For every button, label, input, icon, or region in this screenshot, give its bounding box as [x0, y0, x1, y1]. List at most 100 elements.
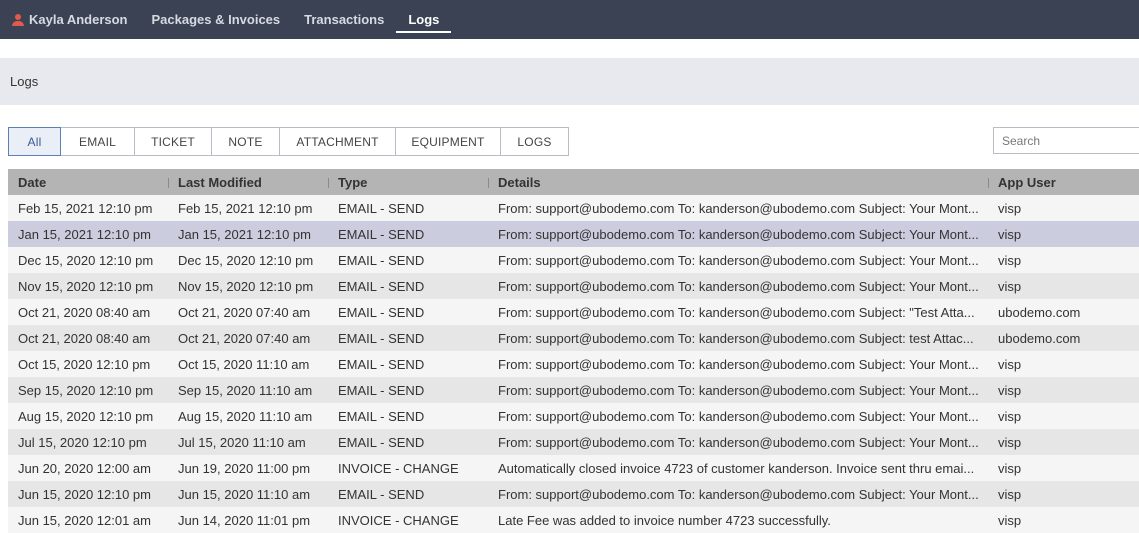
- cell-details: From: support@ubodemo.com To: kanderson@…: [498, 226, 979, 242]
- cell-type: INVOICE - CHANGE: [338, 512, 459, 528]
- cell-app-user: visp: [998, 226, 1022, 242]
- cell-last-modified: Nov 15, 2020 12:10 pm: [178, 278, 314, 294]
- nav-item-logs[interactable]: Logs: [396, 0, 452, 39]
- cell-details: From: support@ubodemo.com To: kanderson@…: [498, 356, 979, 372]
- cell-app-user: visp: [998, 278, 1022, 294]
- cell-last-modified: Jan 15, 2021 12:10 pm: [178, 226, 311, 242]
- cell-details: From: support@ubodemo.com To: kanderson@…: [498, 382, 979, 398]
- cell-app-user: visp: [998, 512, 1022, 528]
- table-row[interactable]: Aug 15, 2020 12:10 pm Aug 15, 2020 11:10 …: [8, 403, 1139, 429]
- table-row[interactable]: Jun 20, 2020 12:00 am Jun 19, 2020 11:00 …: [8, 455, 1139, 481]
- column-header-label: Details: [498, 174, 541, 190]
- column-header-type[interactable]: Type: [328, 169, 488, 195]
- cell-last-modified: Jun 15, 2020 11:10 am: [178, 486, 311, 502]
- cell-type: EMAIL - SEND: [338, 434, 425, 450]
- nav-item-transactions[interactable]: Transactions: [292, 0, 396, 39]
- column-header-label: Last Modified: [178, 174, 262, 190]
- cell-details: From: support@ubodemo.com To: kanderson@…: [498, 434, 979, 450]
- cell-type: EMAIL - SEND: [338, 356, 425, 372]
- table-row[interactable]: Oct 15, 2020 12:10 pm Oct 15, 2020 11:10 …: [8, 351, 1139, 377]
- search-input[interactable]: [993, 127, 1139, 154]
- cell-app-user: ubodemo.com: [998, 304, 1081, 320]
- cell-app-user: visp: [998, 460, 1022, 476]
- cell-type: EMAIL - SEND: [338, 382, 425, 398]
- column-header-app-user[interactable]: App User: [988, 169, 1139, 195]
- table-row[interactable]: Feb 15, 2021 12:10 pm Feb 15, 2021 12:10 …: [8, 195, 1139, 221]
- table-row[interactable]: Jun 15, 2020 12:10 pm Jun 15, 2020 11:10 …: [8, 481, 1139, 507]
- cell-last-modified: Oct 21, 2020 07:40 am: [178, 330, 311, 346]
- cell-details: From: support@ubodemo.com To: kanderson@…: [498, 252, 979, 268]
- cell-type: EMAIL - SEND: [338, 252, 425, 268]
- table-row[interactable]: Jan 15, 2021 12:10 pm Jan 15, 2021 12:10 …: [8, 221, 1139, 247]
- cell-date: Dec 15, 2020 12:10 pm: [18, 252, 154, 268]
- cell-details: From: support@ubodemo.com To: kanderson@…: [498, 486, 979, 502]
- cell-details: From: support@ubodemo.com To: kanderson@…: [498, 200, 979, 216]
- table-row[interactable]: Oct 21, 2020 08:40 am Oct 21, 2020 07:40 …: [8, 299, 1139, 325]
- cell-last-modified: Dec 15, 2020 12:10 pm: [178, 252, 314, 268]
- cell-app-user: visp: [998, 408, 1022, 424]
- nav-item-label: Transactions: [304, 12, 385, 27]
- nav-item-label: Logs: [408, 12, 440, 27]
- cell-date: Oct 21, 2020 08:40 am: [18, 330, 151, 346]
- cell-last-modified: Oct 15, 2020 11:10 am: [178, 356, 310, 372]
- column-header-details[interactable]: Details: [488, 169, 988, 195]
- cell-last-modified: Jul 15, 2020 11:10 am: [178, 434, 306, 450]
- cell-details: From: support@ubodemo.com To: kanderson@…: [498, 330, 974, 346]
- section-title: Logs: [10, 74, 39, 89]
- filter-ticket-button[interactable]: TICKET: [135, 127, 212, 156]
- filter-note-button[interactable]: NOTE: [212, 127, 280, 156]
- column-header-label: Date: [18, 174, 47, 190]
- cell-date: Jun 20, 2020 12:00 am: [18, 460, 151, 476]
- table-row[interactable]: Sep 15, 2020 12:10 pm Sep 15, 2020 11:10 …: [8, 377, 1139, 403]
- cell-date: Oct 15, 2020 12:10 pm: [18, 356, 151, 372]
- column-header-date[interactable]: Date: [8, 169, 168, 195]
- table-row[interactable]: Oct 21, 2020 08:40 am Oct 21, 2020 07:40 …: [8, 325, 1139, 351]
- cell-date: Jun 15, 2020 12:01 am: [18, 512, 151, 528]
- column-separator: [168, 178, 169, 188]
- cell-app-user: visp: [998, 200, 1022, 216]
- cell-type: EMAIL - SEND: [338, 200, 425, 216]
- cell-date: Jul 15, 2020 12:10 pm: [18, 434, 147, 450]
- nav-item-packages-invoices[interactable]: Packages & Invoices: [140, 0, 293, 39]
- cell-type: EMAIL - SEND: [338, 408, 425, 424]
- table-row[interactable]: Jul 15, 2020 12:10 pm Jul 15, 2020 11:10 …: [8, 429, 1139, 455]
- cell-date: Feb 15, 2021 12:10 pm: [18, 200, 153, 216]
- cell-app-user: visp: [998, 486, 1022, 502]
- cell-last-modified: Aug 15, 2020 11:10 am: [178, 408, 313, 424]
- table-row[interactable]: Jun 15, 2020 12:01 am Jun 14, 2020 11:01 …: [8, 507, 1139, 533]
- cell-details: Late Fee was added to invoice number 472…: [498, 512, 831, 528]
- cell-last-modified: Feb 15, 2021 12:10 pm: [178, 200, 313, 216]
- log-type-filters: All EMAIL TICKET NOTE ATTACHMENT EQUIPME…: [8, 127, 569, 156]
- nav-item-label: Packages & Invoices: [151, 12, 281, 27]
- cell-last-modified: Jun 19, 2020 11:00 pm: [178, 460, 311, 476]
- cell-last-modified: Sep 15, 2020 11:10 am: [178, 382, 313, 398]
- filter-attachment-button[interactable]: ATTACHMENT: [280, 127, 396, 156]
- cell-app-user: ubodemo.com: [998, 330, 1081, 346]
- table-row[interactable]: Dec 15, 2020 12:10 pm Dec 15, 2020 12:10 …: [8, 247, 1139, 273]
- column-separator: [988, 178, 989, 188]
- cell-type: EMAIL - SEND: [338, 486, 425, 502]
- cell-details: From: support@ubodemo.com To: kanderson@…: [498, 408, 979, 424]
- cell-date: Oct 21, 2020 08:40 am: [18, 304, 151, 320]
- cell-app-user: visp: [998, 382, 1022, 398]
- cell-type: EMAIL - SEND: [338, 330, 425, 346]
- cell-type: INVOICE - CHANGE: [338, 460, 459, 476]
- cell-date: Aug 15, 2020 12:10 pm: [18, 408, 154, 424]
- filter-all-button[interactable]: All: [8, 127, 61, 156]
- cell-last-modified: Oct 21, 2020 07:40 am: [178, 304, 311, 320]
- logs-table: Date Last Modified Type Details App User…: [8, 169, 1139, 533]
- filter-logs-button[interactable]: LOGS: [501, 127, 569, 156]
- column-header-last-modified[interactable]: Last Modified: [168, 169, 328, 195]
- table-row[interactable]: Nov 15, 2020 12:10 pm Nov 15, 2020 12:10 …: [8, 273, 1139, 299]
- filter-email-button[interactable]: EMAIL: [61, 127, 135, 156]
- column-separator: [328, 178, 329, 188]
- top-nav: Kayla Anderson Packages & Invoices Trans…: [0, 0, 1139, 39]
- cell-date: Jan 15, 2021 12:10 pm: [18, 226, 151, 242]
- column-header-label: App User: [998, 174, 1056, 190]
- table-header: Date Last Modified Type Details App User: [8, 169, 1139, 195]
- table-body: Feb 15, 2021 12:10 pm Feb 15, 2021 12:10 …: [8, 195, 1139, 533]
- nav-item-user[interactable]: Kayla Anderson: [0, 0, 140, 39]
- column-header-label: Type: [338, 174, 368, 190]
- filter-equipment-button[interactable]: EQUIPMENT: [396, 127, 501, 156]
- cell-type: EMAIL - SEND: [338, 226, 425, 242]
